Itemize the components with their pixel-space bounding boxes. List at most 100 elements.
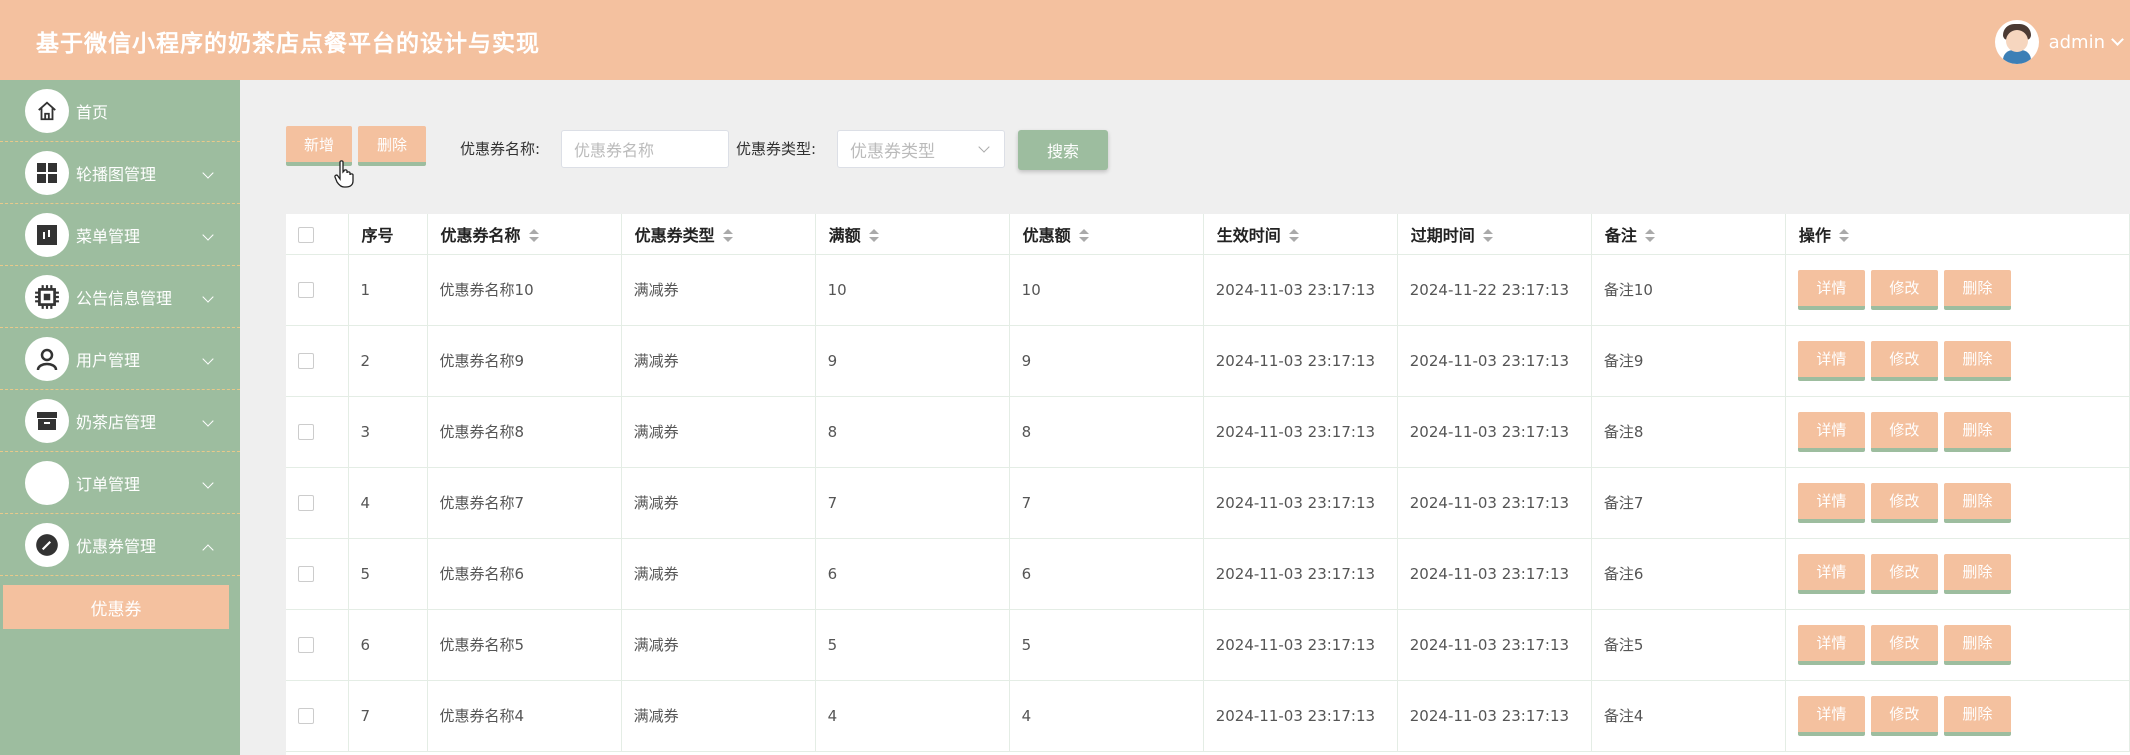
table-cell: 备注5 bbox=[1591, 609, 1786, 681]
row-actions: 详情 修改 删除 bbox=[1785, 609, 2130, 681]
select-all-checkbox[interactable] bbox=[286, 214, 349, 255]
delete-button[interactable]: 删除 bbox=[1943, 269, 2011, 310]
column-header[interactable]: 操作 bbox=[1785, 214, 2130, 255]
edit-button[interactable]: 修改 bbox=[1870, 411, 1938, 452]
column-header[interactable]: 满额 bbox=[815, 214, 1010, 255]
username[interactable]: admin bbox=[2049, 32, 2105, 53]
sidebar-item-orders[interactable]: 订单管理 bbox=[0, 452, 240, 514]
table-cell: 满减券 bbox=[621, 325, 816, 397]
table-row: 4 优惠券名称7 满减券 7 7 2024-11-03 23:17:13 2024-11-0… bbox=[286, 467, 2130, 539]
coupon-type-placeholder: 优惠券类型 bbox=[850, 141, 935, 162]
column-header[interactable]: 优惠额 bbox=[1009, 214, 1204, 255]
table-cell: 2024-11-03 23:17:13 bbox=[1397, 325, 1592, 397]
edit-button[interactable]: 修改 bbox=[1870, 269, 1938, 310]
coupon-icon bbox=[25, 523, 69, 567]
edit-button[interactable]: 修改 bbox=[1870, 695, 1938, 736]
column-header[interactable]: 优惠券类型 bbox=[621, 214, 816, 255]
detail-button[interactable]: 详情 bbox=[1797, 340, 1865, 381]
sidebar-item-label: 公告信息管理 bbox=[76, 288, 173, 308]
sidebar-item-users[interactable]: 用户管理 bbox=[0, 328, 240, 390]
column-header[interactable]: 生效时间 bbox=[1203, 214, 1398, 255]
table-cell: 满减券 bbox=[621, 609, 816, 681]
row-checkbox[interactable] bbox=[286, 609, 349, 681]
row-actions: 详情 修改 删除 bbox=[1785, 680, 2130, 752]
home-icon bbox=[25, 89, 69, 133]
detail-button[interactable]: 详情 bbox=[1797, 482, 1865, 523]
sidebar-item-notice[interactable]: 公告信息管理 bbox=[0, 266, 240, 328]
sidebar-subitem-coupon[interactable]: 优惠券 bbox=[3, 585, 229, 629]
table-cell: 满减券 bbox=[621, 396, 816, 468]
delete-button[interactable]: 删除 bbox=[1943, 695, 2011, 736]
table-cell: 优惠券名称5 bbox=[427, 609, 622, 681]
table-row: 7 优惠券名称4 满减券 4 4 2024-11-03 23:17:13 2024-11-0… bbox=[286, 680, 2130, 752]
row-actions: 详情 修改 删除 bbox=[1785, 538, 2130, 610]
delete-button[interactable]: 删除 bbox=[1943, 340, 2011, 381]
edit-button[interactable]: 修改 bbox=[1870, 553, 1938, 594]
sidebar-item-carousel[interactable]: 轮播图管理 bbox=[0, 142, 240, 204]
detail-button[interactable]: 详情 bbox=[1797, 624, 1865, 665]
table-cell: 7 bbox=[1009, 467, 1204, 539]
delete-button[interactable]: 删除 bbox=[1943, 411, 2011, 452]
table-cell: 2024-11-03 23:17:13 bbox=[1203, 680, 1398, 752]
delete-button[interactable]: 删除 bbox=[1943, 553, 2011, 594]
table-cell: 优惠券名称8 bbox=[427, 396, 622, 468]
table-cell: 优惠券名称6 bbox=[427, 538, 622, 610]
table-cell: 2024-11-03 23:17:13 bbox=[1397, 396, 1592, 468]
sidebar-item-store[interactable]: 奶茶店管理 bbox=[0, 390, 240, 452]
table-cell: 5 bbox=[1009, 609, 1204, 681]
table-cell: 9 bbox=[1009, 325, 1204, 397]
row-checkbox[interactable] bbox=[286, 467, 349, 539]
table-cell: 备注6 bbox=[1591, 538, 1786, 610]
top-header: 基于微信小程序的奶茶店点餐平台的设计与实现 admin bbox=[0, 0, 2130, 80]
chevron-down-icon[interactable] bbox=[2111, 33, 2124, 46]
delete-button[interactable]: 删除 bbox=[1943, 624, 2011, 665]
menu-icon bbox=[25, 213, 69, 257]
user-menu[interactable]: admin bbox=[1994, 20, 2130, 64]
chevron-down-icon bbox=[202, 353, 214, 365]
sidebar-item-label: 优惠券管理 bbox=[76, 536, 157, 556]
table-cell: 3 bbox=[348, 396, 428, 468]
table-cell: 2 bbox=[348, 325, 428, 397]
detail-button[interactable]: 详情 bbox=[1797, 553, 1865, 594]
search-button[interactable]: 搜索 bbox=[1018, 130, 1108, 170]
row-checkbox[interactable] bbox=[286, 538, 349, 610]
sidebar-item-home[interactable]: 首页 bbox=[0, 80, 240, 142]
edit-button[interactable]: 修改 bbox=[1870, 482, 1938, 523]
table-cell: 10 bbox=[1009, 254, 1204, 326]
table-cell: 2024-11-03 23:17:13 bbox=[1203, 396, 1398, 468]
sidebar-item-label: 菜单管理 bbox=[76, 226, 141, 246]
table-cell: 2024-11-03 23:17:13 bbox=[1397, 609, 1592, 681]
table-cell: 6 bbox=[348, 609, 428, 681]
sort-icon bbox=[1644, 229, 1655, 243]
table-cell: 备注4 bbox=[1591, 680, 1786, 752]
table-cell: 8 bbox=[1009, 396, 1204, 468]
row-checkbox[interactable] bbox=[286, 325, 349, 397]
column-header[interactable]: 备注 bbox=[1591, 214, 1786, 255]
table-cell: 6 bbox=[815, 538, 1010, 610]
row-actions: 详情 修改 删除 bbox=[1785, 325, 2130, 397]
edit-button[interactable]: 修改 bbox=[1870, 340, 1938, 381]
avatar[interactable] bbox=[1994, 20, 2039, 64]
row-checkbox[interactable] bbox=[286, 680, 349, 752]
detail-button[interactable]: 详情 bbox=[1797, 269, 1865, 310]
chevron-down-icon bbox=[202, 229, 214, 241]
sidebar-item-menu[interactable]: 菜单管理 bbox=[0, 204, 240, 266]
column-header[interactable]: 过期时间 bbox=[1397, 214, 1592, 255]
row-checkbox[interactable] bbox=[286, 396, 349, 468]
column-header[interactable]: 优惠券名称 bbox=[427, 214, 622, 255]
sort-icon bbox=[1078, 229, 1089, 243]
table-cell: 备注9 bbox=[1591, 325, 1786, 397]
coupon-name-input[interactable]: 优惠券名称 bbox=[561, 130, 729, 168]
detail-button[interactable]: 详情 bbox=[1797, 695, 1865, 736]
bulk-delete-button[interactable]: 删除 bbox=[358, 126, 426, 166]
delete-button[interactable]: 删除 bbox=[1943, 482, 2011, 523]
chip-icon bbox=[25, 275, 69, 319]
edit-button[interactable]: 修改 bbox=[1870, 624, 1938, 665]
table-cell: 满减券 bbox=[621, 680, 816, 752]
row-checkbox[interactable] bbox=[286, 254, 349, 326]
sidebar-item-coupons[interactable]: 优惠券管理 bbox=[0, 514, 240, 576]
chevron-down-icon bbox=[202, 415, 214, 427]
coupon-type-select[interactable]: 优惠券类型 bbox=[837, 130, 1005, 168]
table-cell: 1 bbox=[348, 254, 428, 326]
detail-button[interactable]: 详情 bbox=[1797, 411, 1865, 452]
